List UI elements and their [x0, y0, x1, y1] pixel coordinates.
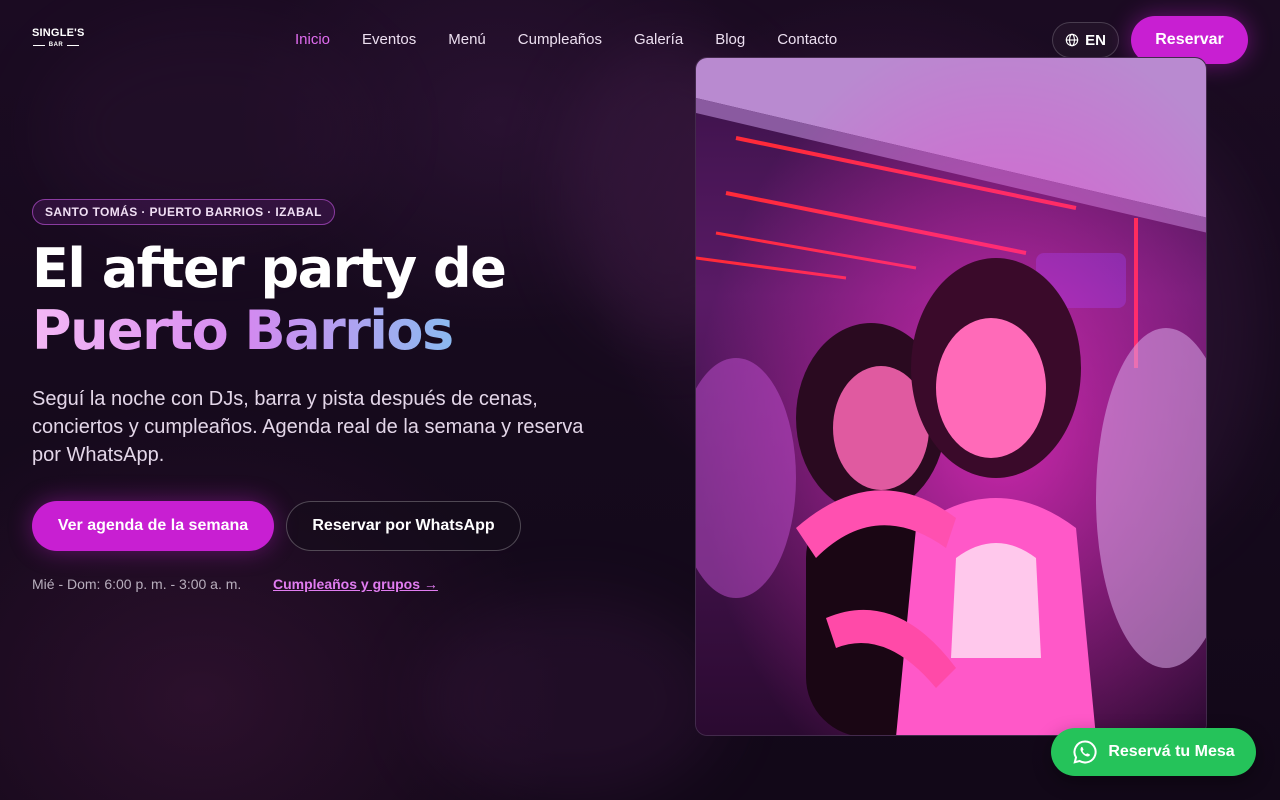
nav-link-menu[interactable]: Menú	[448, 31, 486, 48]
nav-link-galeria[interactable]: Galería	[634, 31, 683, 48]
whatsapp-icon	[1073, 740, 1097, 764]
nav-link-inicio[interactable]: Inicio	[295, 31, 330, 48]
main-nav: Inicio Eventos Menú Cumpleaños Galería B…	[295, 31, 837, 48]
view-agenda-button[interactable]: Ver agenda de la semana	[32, 501, 274, 551]
logo-subtext: BAR	[48, 42, 64, 48]
nav-link-eventos[interactable]: Eventos	[362, 31, 416, 48]
nav-link-contacto[interactable]: Contacto	[777, 31, 837, 48]
hero-photo	[695, 57, 1207, 736]
hero-subtitle: Seguí la noche con DJs, barra y pista de…	[32, 388, 584, 466]
party-photo-illustration	[696, 58, 1206, 735]
logo-text: SINGLE'S	[32, 27, 85, 39]
logo-rule: BAR	[32, 42, 80, 48]
opening-hours: Mié - Dom: 6:00 p. m. - 3:00 a. m.	[32, 576, 242, 592]
nav-link-cumpleanos[interactable]: Cumpleaños	[518, 31, 602, 48]
language-toggle-button[interactable]: EN	[1052, 22, 1119, 58]
hero-title-line1: El after party de	[32, 237, 507, 300]
birthday-groups-link[interactable]: Cumpleaños y grupos →	[273, 576, 438, 592]
site-logo[interactable]: SINGLE'S BAR	[32, 27, 85, 49]
whatsapp-reserve-floating-button[interactable]: Reservá tu Mesa	[1051, 728, 1256, 776]
language-label: EN	[1085, 31, 1106, 49]
whatsapp-button-label: Reservá tu Mesa	[1108, 743, 1235, 760]
reserve-whatsapp-button[interactable]: Reservar por WhatsApp	[286, 501, 521, 551]
globe-icon	[1065, 33, 1079, 47]
hero-title: El after party de Puerto Barrios	[32, 237, 507, 362]
location-badge: SANTO TOMÁS · PUERTO BARRIOS · IZABAL	[32, 199, 335, 225]
hero-title-line2: Puerto Barrios	[32, 300, 505, 362]
nav-link-blog[interactable]: Blog	[715, 31, 745, 48]
